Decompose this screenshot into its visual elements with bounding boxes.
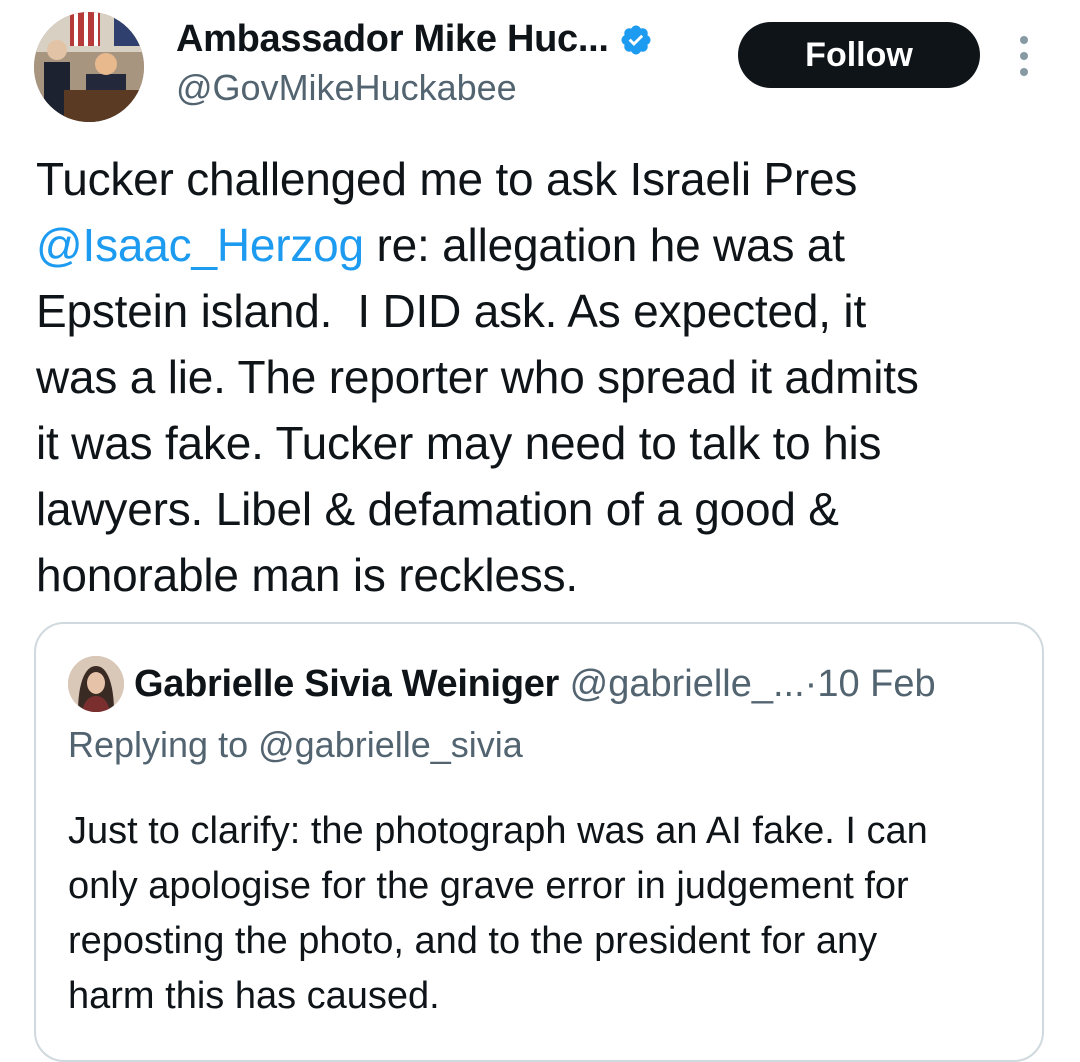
replying-to-text: Replying to @gabrielle_sivia: [68, 724, 523, 765]
tweet-line: lawyers. Libel & defamation of a good &: [36, 483, 839, 535]
quoted-author-avatar[interactable]: [68, 656, 124, 712]
tweet-line: was a lie. The reporter who spread it ad…: [36, 351, 919, 403]
more-dot: [1020, 36, 1028, 44]
quoted-tweet-header: Gabrielle Sivia Weiniger @gabrielle_...·…: [134, 660, 936, 708]
follow-button[interactable]: Follow: [738, 22, 980, 88]
author-handle[interactable]: @GovMikeHuckabee: [176, 67, 517, 109]
quoted-tweet-line: harm this has caused.: [68, 975, 440, 1017]
author-display-name[interactable]: Ambassador Mike Huc...: [176, 18, 609, 61]
quoted-tweet-date[interactable]: 10 Feb: [817, 663, 935, 705]
quoted-tweet-line: reposting the photo, and to the presiden…: [68, 920, 878, 962]
verified-badge-icon: [621, 24, 651, 55]
more-dot: [1020, 52, 1028, 60]
quoted-tweet-line: only apologise for the grave error in ju…: [68, 865, 909, 907]
mention-link[interactable]: @Isaac_Herzog: [36, 219, 364, 271]
author-name-row: Ambassador Mike Huc...: [176, 18, 653, 61]
author-avatar[interactable]: [34, 12, 144, 122]
quoted-tweet-card[interactable]: Gabrielle Sivia Weiniger @gabrielle_...·…: [34, 622, 1044, 1062]
quoted-author-name[interactable]: Gabrielle Sivia Weiniger: [134, 663, 559, 705]
tweet-text: Tucker challenged me to ask Israeli Pres…: [36, 146, 1056, 608]
quoted-tweet-line: Just to clarify: the photograph was an A…: [68, 810, 928, 852]
author-avatar-image: [34, 12, 144, 122]
quoted-author-avatar-image: [68, 656, 124, 712]
tweet-line: Epstein island. I DID ask. As expected, …: [36, 285, 867, 337]
tweet-line-text: re: allegation he was at: [376, 219, 845, 271]
tweet-line: Tucker challenged me to ask Israeli Pres: [36, 153, 858, 205]
separator-dot: ·: [804, 663, 818, 705]
quoted-tweet-text: Just to clarify: the photograph was an A…: [68, 804, 1028, 1024]
tweet-line: it was fake. Tucker may need to talk to …: [36, 417, 882, 469]
more-vertical-icon[interactable]: [1012, 36, 1036, 76]
more-dot: [1020, 68, 1028, 76]
tweet-line: @Isaac_Herzog re: allegation he was at: [36, 212, 1056, 278]
tweet-line: honorable man is reckless.: [36, 549, 578, 601]
quoted-author-handle[interactable]: @gabrielle_...: [570, 663, 805, 705]
